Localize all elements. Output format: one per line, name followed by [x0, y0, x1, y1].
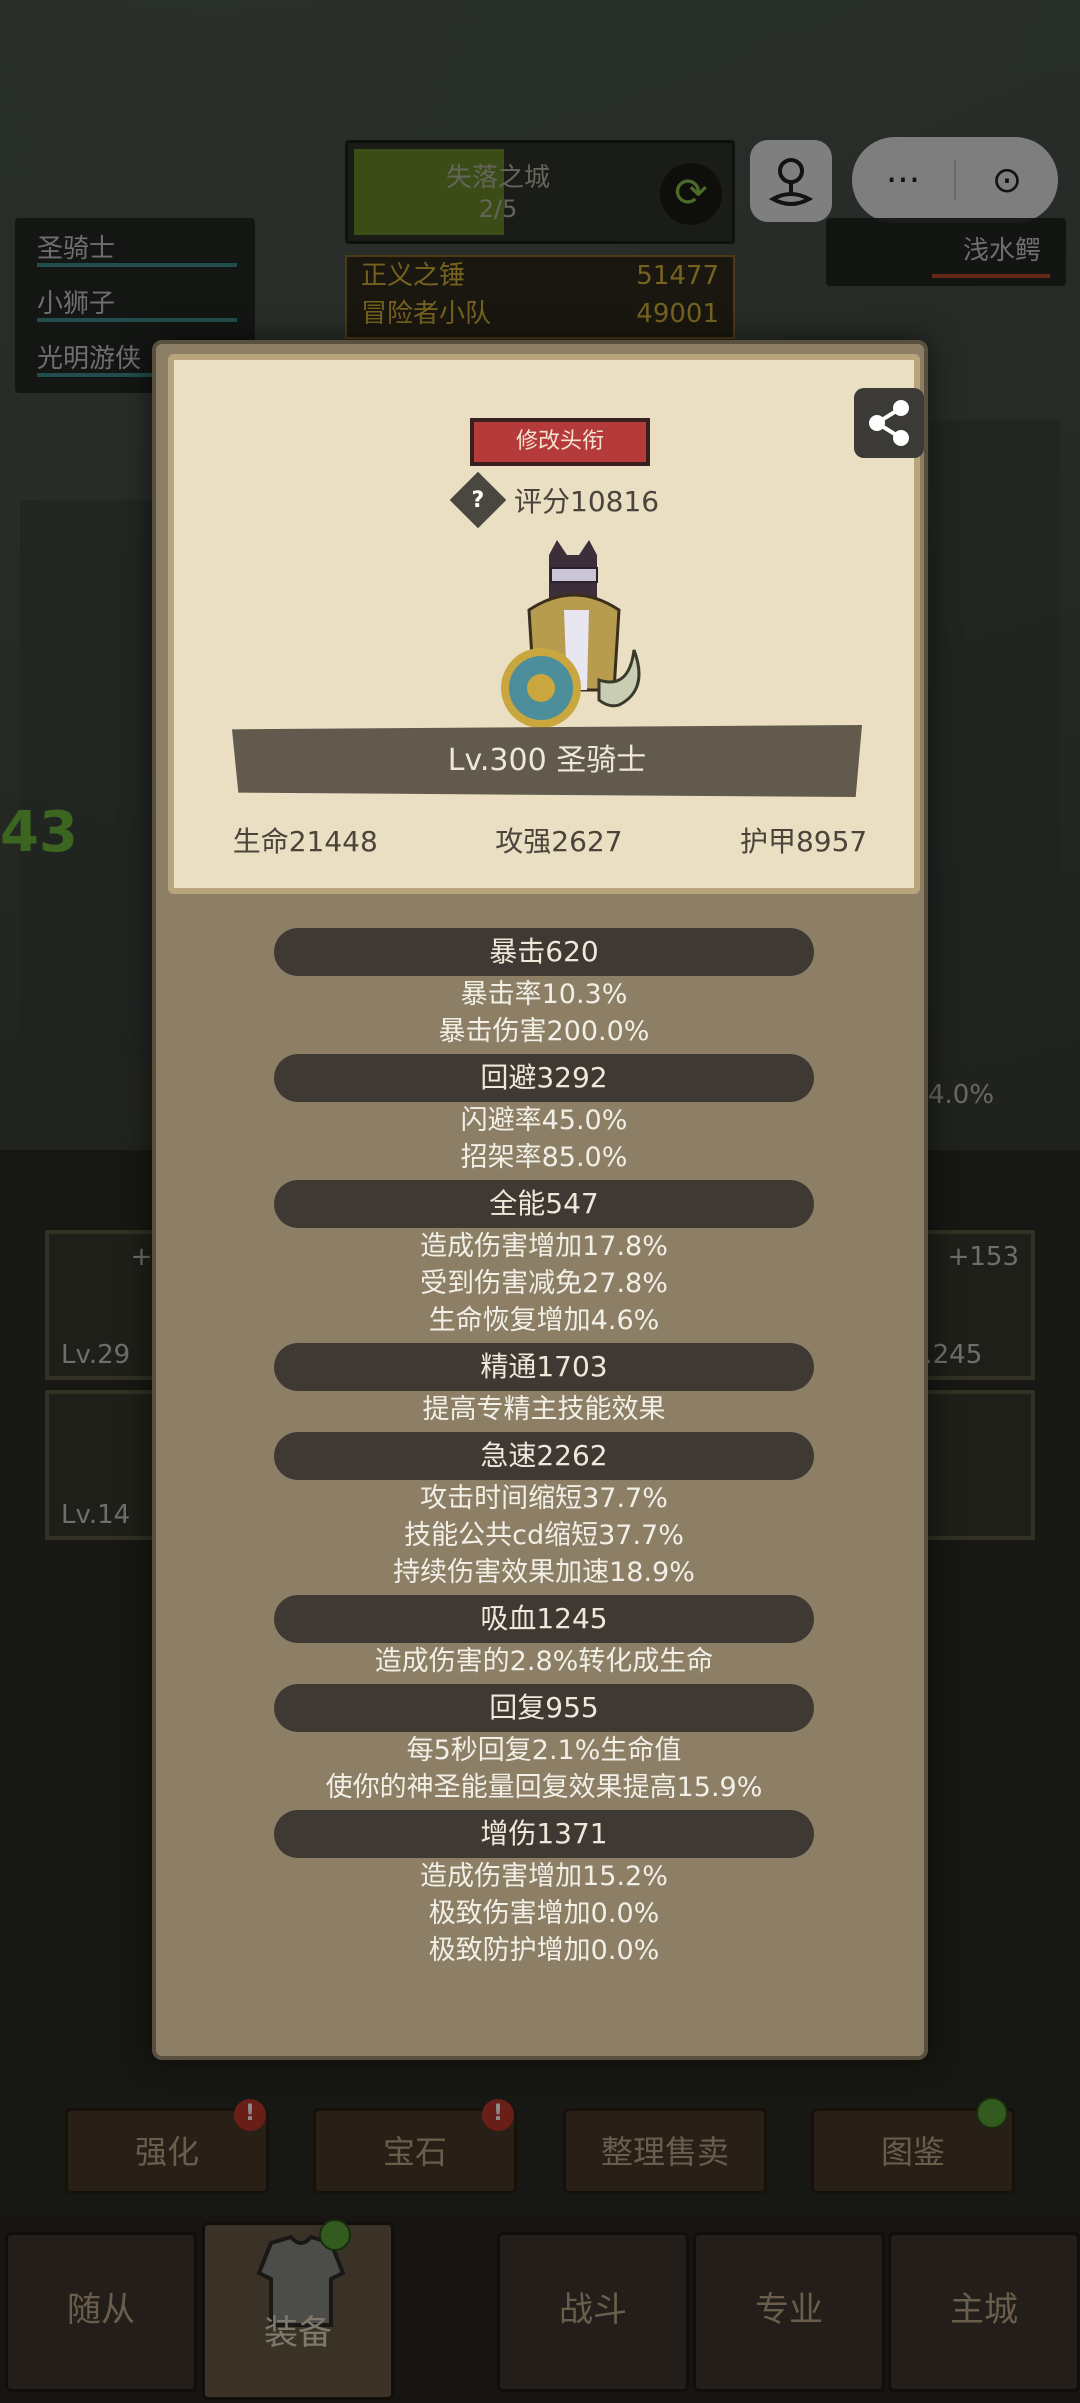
attribute-line: 暴击伤害200.0%: [438, 1016, 650, 1047]
share-button[interactable]: [854, 388, 924, 458]
attribute-header: 全能547: [274, 1180, 814, 1228]
attribute-line: 攻击时间缩短37.7%: [420, 1483, 668, 1514]
attribute-line: 提高专精主技能效果: [422, 1394, 666, 1425]
character-stats-dialog: 修改头衔 ? 评分10816 Lv.300 圣骑士 生命21448 攻强2627…: [152, 340, 928, 2060]
attribute-line: 造成伤害的2.8%转化成生命: [374, 1646, 714, 1677]
attribute-header: 增伤1371: [274, 1810, 814, 1858]
attribute-line: 闪避率45.0%: [460, 1105, 628, 1136]
attribute-header: 精通1703: [274, 1343, 814, 1391]
attribute-line: 暴击率10.3%: [460, 979, 628, 1010]
attribute-header: 急速2262: [274, 1432, 814, 1480]
attribute-line: 受到伤害减免27.8%: [420, 1268, 668, 1299]
change-title-button[interactable]: 修改头衔: [470, 418, 650, 466]
attribute-list: 暴击620 暴击率10.3% 暴击伤害200.0% 回避3292 闪避率45.0…: [156, 924, 932, 1969]
stat-health: 生命21448: [232, 825, 378, 858]
hero-card: 修改头衔 ? 评分10816 Lv.300 圣骑士 生命21448 攻强2627…: [168, 354, 924, 894]
attribute-line: 生命恢复增加4.6%: [428, 1305, 660, 1336]
attribute-line: 技能公共cd缩短37.7%: [404, 1520, 684, 1551]
attribute-header: 回复955: [274, 1684, 814, 1732]
attribute-line: 极致防护增加0.0%: [428, 1935, 660, 1966]
stat-armor: 护甲8957: [739, 825, 868, 858]
core-stats: 生命21448 攻强2627 护甲8957: [174, 820, 926, 860]
attribute-line: 造成伤害增加15.2%: [420, 1861, 668, 1892]
help-icon[interactable]: ?: [449, 471, 507, 529]
attribute-header: 回避3292: [274, 1054, 814, 1102]
attribute-line: 极致伤害增加0.0%: [428, 1898, 660, 1929]
score-row: ? 评分10816: [449, 471, 660, 529]
attribute-line: 持续伤害效果加速18.9%: [393, 1557, 695, 1588]
attribute-line: 招架率85.0%: [460, 1142, 628, 1173]
attribute-line: 造成伤害增加17.8%: [420, 1231, 668, 1262]
attribute-header: 吸血1245: [274, 1595, 814, 1643]
share-icon: [869, 400, 909, 446]
attribute-header: 暴击620: [274, 928, 814, 976]
stat-attack-power: 攻强2627: [495, 825, 623, 858]
score-value: 评分10816: [514, 485, 660, 518]
hero-name-banner: Lv.300 圣骑士: [232, 725, 862, 797]
attribute-line: 每5秒回复2.1%生命值: [406, 1735, 682, 1766]
attribute-line: 使你的神圣能量回复效果提高15.9%: [325, 1772, 763, 1803]
